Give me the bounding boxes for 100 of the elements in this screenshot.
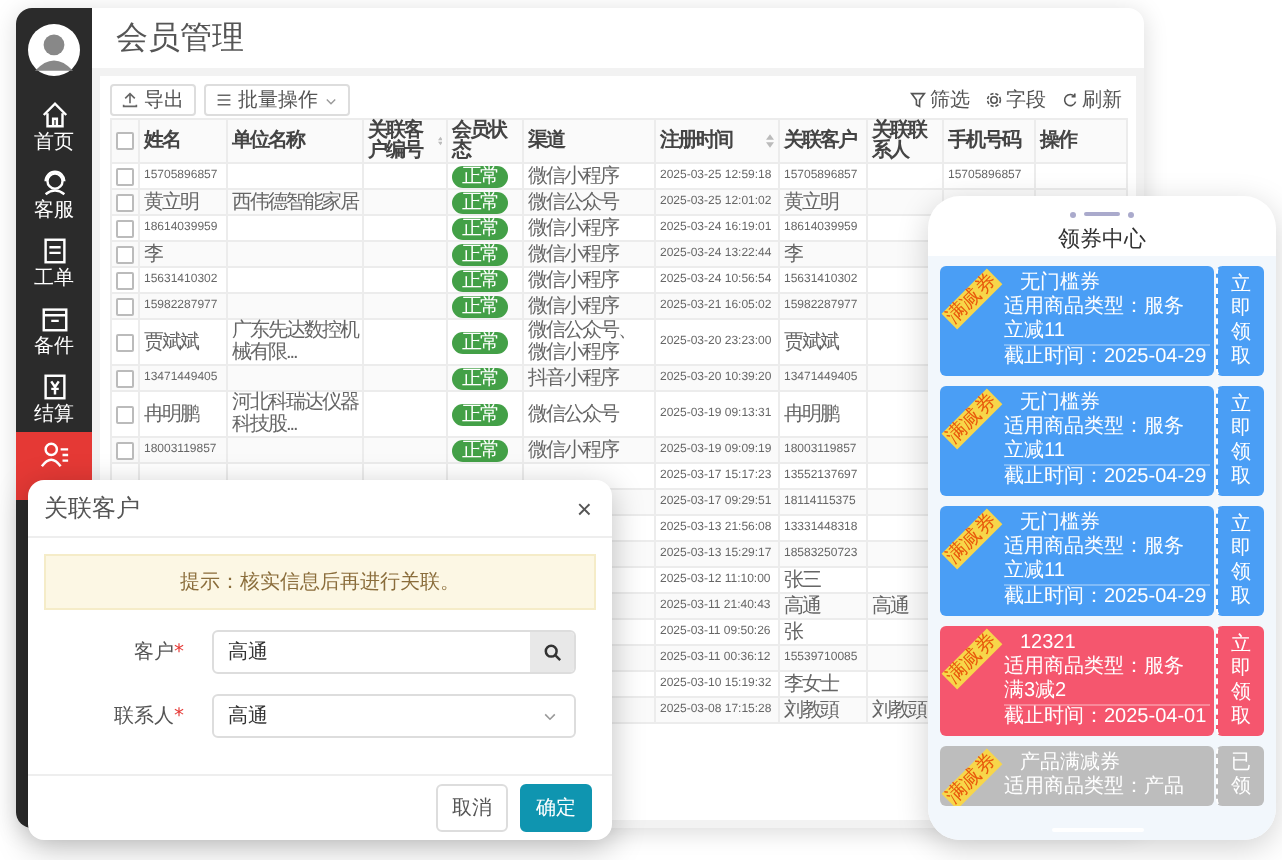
field-label: 联系人* xyxy=(112,703,186,730)
coupon-deadline: 截止时间：2025-04-29 xyxy=(1004,344,1210,370)
fields-button[interactable]: 字段 xyxy=(982,86,1050,114)
nav-item[interactable]: 客服 xyxy=(16,160,92,228)
sort-icon[interactable] xyxy=(766,134,774,148)
table-cell: 李 xyxy=(779,241,867,267)
coupon-discount: 立减11 xyxy=(1004,320,1067,344)
filter-icon xyxy=(910,92,926,108)
coupon-discount: 立减11 xyxy=(1004,440,1067,464)
status-cell: 正常 xyxy=(447,365,523,391)
batch-button[interactable]: 批量操作 xyxy=(204,84,350,116)
table-cell: 黄立明 xyxy=(139,189,227,215)
checkbox[interactable] xyxy=(116,405,134,423)
export-button[interactable]: 导出 xyxy=(110,84,196,116)
nav-item[interactable]: 首页 xyxy=(16,92,92,160)
nav-item[interactable]: 备件 xyxy=(16,296,92,364)
nav-item[interactable]: 工单 xyxy=(16,228,92,296)
refresh-button[interactable]: 刷新 xyxy=(1058,86,1126,114)
cancel-button[interactable]: 取消 xyxy=(436,784,508,832)
document-icon xyxy=(39,236,69,266)
coupon-type: 适用商品类型：服务 xyxy=(1004,656,1186,679)
column-header: 关联联系人 xyxy=(867,119,943,163)
confirm-button[interactable]: 确定 xyxy=(520,784,592,832)
coupon-type: 适用商品类型：服务 xyxy=(1004,536,1186,559)
status-cell: 正常 xyxy=(447,293,523,319)
screen-title: 领券中心 xyxy=(1056,225,1148,256)
table-cell: 李 xyxy=(139,241,227,267)
status-cell: 正常 xyxy=(447,215,523,241)
column-header: 操作 xyxy=(1035,119,1127,163)
table-cell: 抖音小程序 xyxy=(523,365,655,391)
status-cell: 正常 xyxy=(447,241,523,267)
table-cell: 微信公众号 xyxy=(523,189,655,215)
coupon-ribbon: 满减券 xyxy=(941,747,1003,806)
column-header: 单位名称 xyxy=(227,119,363,163)
user-list-icon xyxy=(39,440,69,470)
checkbox[interactable] xyxy=(116,369,134,387)
checkbox[interactable] xyxy=(116,271,134,289)
home-icon xyxy=(39,100,69,130)
table-cell: 西伟德智能家居 xyxy=(227,189,363,215)
table-cell: 微信小程序 xyxy=(523,437,655,463)
contact-select[interactable]: 高通 xyxy=(212,694,576,738)
checkbox[interactable] xyxy=(116,193,134,211)
coupon-type: 适用商品类型：服务 xyxy=(1004,296,1186,319)
coupon-deadline: 截止时间：2025-04-01 xyxy=(1004,704,1210,730)
field-label: 客户* xyxy=(132,639,186,666)
coupon-discount: 立减11 xyxy=(1004,560,1067,584)
status-cell: 正常 xyxy=(447,437,523,463)
column-header: 会员状态 xyxy=(447,119,523,163)
search-button[interactable] xyxy=(530,632,574,672)
status-cell: 正常 xyxy=(447,319,523,365)
gear-icon xyxy=(986,92,1002,108)
coupon-type: 适用商品类型：服务 xyxy=(1004,416,1186,439)
checkbox[interactable] xyxy=(116,441,134,459)
coupon-type: 适用商品类型：产品 xyxy=(1004,776,1186,800)
nav-item[interactable]: 结算 xyxy=(16,364,92,432)
column-header: 手机号码 xyxy=(943,119,1035,163)
coupon-title: 无门槛券 xyxy=(1018,272,1102,295)
checkbox[interactable] xyxy=(116,297,134,315)
coupon-title: 无门槛券 xyxy=(1018,512,1102,535)
coupon-deadline: 截止时间：2025-04-29 xyxy=(1004,464,1210,490)
checkbox[interactable] xyxy=(116,167,134,185)
table-cell: 微信小程序 xyxy=(523,241,655,267)
upload-icon xyxy=(122,92,138,108)
dialog-title: 关联客户 xyxy=(44,491,140,525)
table-cell: 刘教頭 xyxy=(779,697,867,723)
checkbox[interactable] xyxy=(116,245,134,263)
avatar-icon xyxy=(28,24,80,76)
status-cell: 正常 xyxy=(447,267,523,293)
checkbox[interactable] xyxy=(116,219,134,237)
notice-banner: 提示：核实信息后再进行关联。 xyxy=(44,554,596,610)
column-header: 关联客户编号 xyxy=(363,119,447,163)
coupon-discount: 满3减2 xyxy=(1004,680,1069,704)
list-icon xyxy=(216,92,232,108)
coupon-title: 产品满减券 xyxy=(1018,752,1122,775)
box-icon xyxy=(39,304,69,334)
status-cell: 正常 xyxy=(447,189,523,215)
coupon-deadline: 截止时间：2025-04-29 xyxy=(1004,584,1210,610)
coupon-title: 12321 xyxy=(1018,632,1078,655)
column-header: 渠道 xyxy=(523,119,655,163)
checkbox[interactable] xyxy=(116,333,134,351)
refresh-icon xyxy=(1062,92,1078,108)
caret-icon xyxy=(542,708,558,724)
table-cell: 黄立明 xyxy=(779,189,867,215)
sort-icon[interactable] xyxy=(437,134,442,148)
search-icon xyxy=(543,643,561,661)
table-cell: 高通 xyxy=(779,593,867,619)
close-button[interactable]: × xyxy=(572,493,596,523)
column-header: 姓名 xyxy=(139,119,227,163)
receipt-icon xyxy=(39,372,69,402)
status-cell: 正常 xyxy=(447,391,523,437)
column-header: 注册时间 xyxy=(655,119,779,163)
status-cell: 正常 xyxy=(447,163,523,189)
column-header: 关联客户 xyxy=(779,119,867,163)
customer-field[interactable]: 高通 xyxy=(212,630,576,674)
headset-icon xyxy=(39,168,69,198)
page-title: 会员管理 xyxy=(116,17,244,59)
coupon-title: 无门槛券 xyxy=(1018,392,1102,415)
table-cell: 微信小程序 xyxy=(523,293,655,319)
filter-button[interactable]: 筛选 xyxy=(906,86,974,114)
checkbox[interactable] xyxy=(116,132,134,150)
